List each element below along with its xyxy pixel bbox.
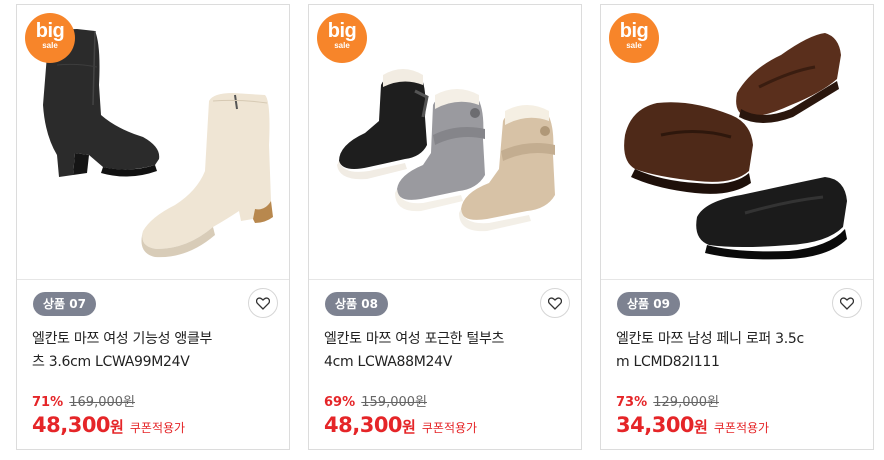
discount-line: 73% 129,000원 [616, 394, 719, 412]
price-line: 48,300원 쿠폰적용가 [324, 412, 477, 441]
original-price: 129,000원 [653, 395, 719, 410]
product-title[interactable]: 엘칸토 마쯔 여성 포근한 털부츠 4cm LCWA88M24V [324, 328, 556, 374]
product-title-line[interactable]: 츠 3.6cm LCWA99M24V [32, 351, 264, 374]
product-title-line[interactable]: 엘칸토 마쯔 여성 기능성 앵클부 [32, 328, 264, 351]
price-line: 34,300원 쿠폰적용가 [616, 412, 769, 441]
heart-icon [548, 297, 562, 310]
currency-unit: 원 [110, 418, 124, 436]
product-image-ankle-boots[interactable]: big sale [17, 5, 289, 280]
product-title-line[interactable]: 4cm LCWA88M24V [324, 351, 556, 374]
discount-rate: 71% [32, 395, 64, 410]
product-title-line[interactable]: 엘칸토 마쯔 남성 페니 로퍼 3.5c [616, 328, 848, 351]
discount-line: 71% 169,000원 [32, 394, 135, 412]
badge-big-text: big [35, 20, 65, 42]
coupon-price-label: 쿠폰적용가 [713, 421, 770, 435]
coupon-price-label: 쿠폰적용가 [129, 421, 186, 435]
sale-price: 34,300 [616, 413, 695, 437]
discount-rate: 69% [324, 395, 356, 410]
badge-sale-text: sale [334, 41, 350, 50]
product-card[interactable]: big sale 상품 07 엘칸토 마쯔 여성 기능성 앵클부 츠 3.6cm… [16, 4, 290, 450]
product-title[interactable]: 엘칸토 마쯔 남성 페니 로퍼 3.5c m LCMD82I111 [616, 328, 848, 374]
coupon-price-label: 쿠폰적용가 [421, 421, 478, 435]
wishlist-button[interactable] [540, 288, 570, 318]
heart-icon [256, 297, 270, 310]
badge-sale-text: sale [626, 41, 642, 50]
sale-price: 48,300 [324, 413, 403, 437]
wishlist-button[interactable] [832, 288, 862, 318]
wishlist-button[interactable] [248, 288, 278, 318]
product-number-tag: 상품 09 [617, 292, 680, 316]
product-title-line[interactable]: 엘칸토 마쯔 여성 포근한 털부츠 [324, 328, 556, 351]
product-title-line[interactable]: m LCMD82I111 [616, 351, 848, 374]
currency-unit: 원 [694, 418, 708, 436]
big-sale-badge: big sale [609, 13, 659, 63]
big-sale-badge: big sale [25, 13, 75, 63]
product-number-tag: 상품 07 [33, 292, 96, 316]
price-line: 48,300원 쿠폰적용가 [32, 412, 185, 441]
discount-line: 69% 159,000원 [324, 394, 427, 412]
product-card[interactable]: big sale 상품 08 엘칸토 마쯔 여성 포근한 털부츠 4cm LCW… [308, 4, 582, 450]
discount-rate: 73% [616, 395, 648, 410]
original-price: 159,000원 [361, 395, 427, 410]
product-number-tag: 상품 08 [325, 292, 388, 316]
big-sale-badge: big sale [317, 13, 367, 63]
sale-price: 48,300 [32, 413, 111, 437]
product-card[interactable]: big sale 상품 09 엘칸토 마쯔 남성 페니 로퍼 3.5c m LC… [600, 4, 874, 450]
product-image-penny-loafers[interactable]: big sale [601, 5, 873, 280]
badge-big-text: big [619, 20, 649, 42]
badge-sale-text: sale [42, 41, 58, 50]
currency-unit: 원 [402, 418, 416, 436]
badge-big-text: big [327, 20, 357, 42]
product-image-fur-boots[interactable]: big sale [309, 5, 581, 280]
heart-icon [840, 297, 854, 310]
product-title[interactable]: 엘칸토 마쯔 여성 기능성 앵클부 츠 3.6cm LCWA99M24V [32, 328, 264, 374]
original-price: 169,000원 [69, 395, 135, 410]
